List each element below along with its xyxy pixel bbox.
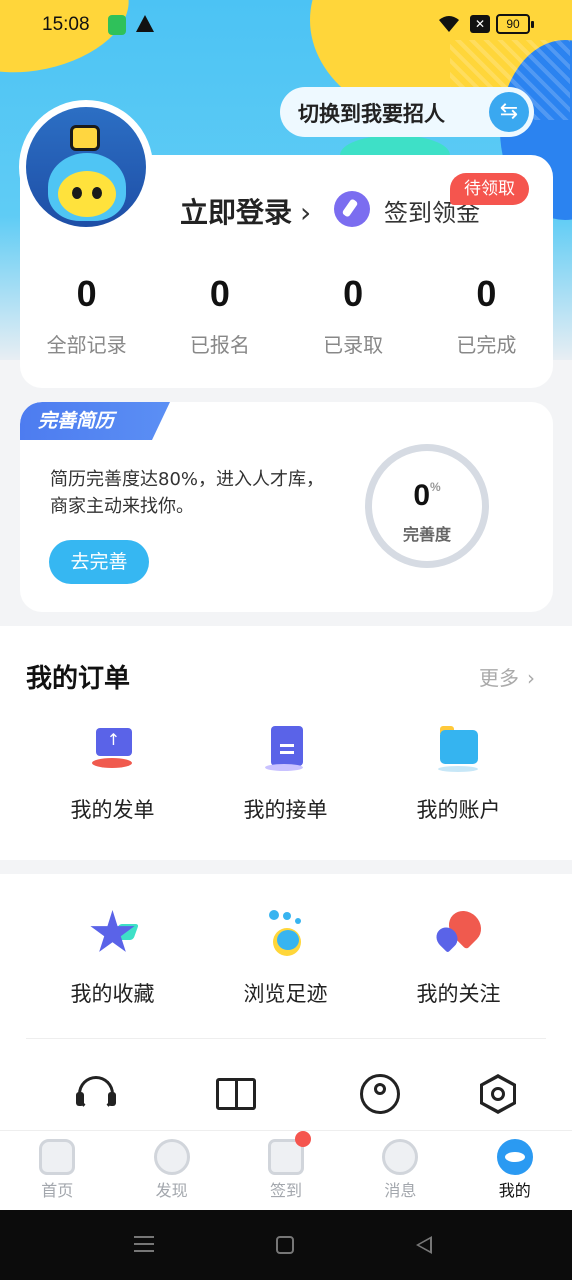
stat-label: 全部记录 [46, 333, 127, 357]
discover-icon [153, 1139, 190, 1175]
orders-title: 我的订单 [26, 664, 131, 694]
my-account[interactable]: 我的账户 [372, 726, 545, 824]
stat-label: 已完成 [456, 333, 517, 357]
tab-label: 首页 [41, 1181, 74, 1200]
switch-role-label: 切换到我要招人 [298, 102, 445, 126]
stat-label: 已录取 [323, 333, 384, 357]
stat-value: 0 [343, 273, 364, 314]
pending-badge[interactable]: 待领取 [450, 173, 529, 205]
tools-section: 我的收藏 浏览足迹 我的关注 [0, 874, 572, 1134]
mascot-badge [70, 125, 100, 151]
heart-follow-icon [431, 904, 488, 956]
settings-hex-icon[interactable] [478, 1074, 518, 1114]
grid-item-label: 我的收藏 [70, 982, 155, 1006]
tab-checkin[interactable]: 签到 [229, 1131, 343, 1210]
complete-resume-button[interactable]: 去完善 [49, 540, 149, 584]
resume-desc-line: 简历完善度达80%，进入人才库， [50, 469, 325, 490]
swap-arrows-icon: ⇆ [489, 92, 529, 132]
tab-label: 消息 [384, 1181, 417, 1200]
accept-order-icon [263, 726, 309, 772]
completion-value: 0 [413, 479, 430, 512]
grid-item-label: 我的发单 [70, 798, 155, 822]
stat-value: 0 [209, 273, 230, 314]
account-folder-icon [436, 726, 482, 772]
my-accepted-orders[interactable]: 我的接单 [199, 726, 372, 824]
grid-item-label: 我的账户 [416, 798, 501, 822]
tab-label: 签到 [269, 1181, 302, 1200]
app-notification-icon [108, 15, 126, 35]
wifi-icon [439, 16, 459, 32]
headset-icon[interactable] [76, 1074, 116, 1114]
star-favorite-icon [90, 910, 139, 956]
tab-discover[interactable]: 发现 [114, 1131, 228, 1210]
message-icon [382, 1139, 419, 1175]
grid-item-label: 我的接单 [243, 798, 328, 822]
orders-grid: 我的发单 我的接单 我的账户 [0, 726, 572, 824]
stats-row: 0 全部记录 0 已报名 0 已录取 0 已完成 [20, 273, 553, 358]
stat-applied[interactable]: 0 已报名 [153, 273, 286, 358]
browse-history[interactable]: 浏览足迹 [199, 910, 372, 1008]
my-follows[interactable]: 我的关注 [372, 904, 545, 1008]
mascot-face [58, 171, 116, 217]
system-navigation-bar [0, 1210, 572, 1280]
publish-order-icon [90, 726, 136, 772]
stat-hired[interactable]: 0 已录取 [287, 273, 420, 358]
home-icon [39, 1139, 76, 1175]
tools-grid: 我的收藏 浏览足迹 我的关注 [0, 904, 572, 1008]
mascot-eye [92, 187, 102, 199]
stat-value: 0 [476, 273, 497, 314]
tab-messages[interactable]: 消息 [343, 1131, 457, 1210]
bottom-tab-bar: 首页 发现 签到 消息 我的 [0, 1130, 572, 1210]
warning-icon [136, 15, 154, 32]
mascot-avatar-icon [26, 107, 146, 227]
mine-icon [496, 1139, 533, 1175]
resume-tag: 完善简历 [20, 402, 170, 440]
status-time: 15:08 [42, 14, 90, 35]
more-label: 更多 [479, 666, 519, 690]
tab-label: 发现 [155, 1181, 188, 1200]
resume-desc-line: 商家主动来找你。 [50, 496, 194, 517]
my-published-orders[interactable]: 我的发单 [26, 726, 199, 824]
back-icon[interactable] [416, 1236, 432, 1254]
user-circle-icon[interactable] [360, 1074, 400, 1114]
stat-completed[interactable]: 0 已完成 [420, 273, 553, 358]
orders-more-link[interactable]: 更多 › [479, 662, 535, 691]
resume-description: 简历完善度达80%，进入人才库， 商家主动来找你。 [50, 466, 360, 520]
orders-section: 我的订单 更多 › 我的发单 我的接单 我的账户 [0, 626, 572, 860]
status-bar: 15:08 ✕ 90 [0, 0, 572, 50]
tab-label: 我的 [498, 1181, 531, 1200]
battery-icon: 90 [496, 14, 534, 34]
chevron-right-icon: › [300, 196, 312, 229]
tab-mine[interactable]: 我的 [458, 1131, 572, 1210]
menu-icon[interactable] [134, 1236, 154, 1252]
login-label: 立即登录 [180, 196, 293, 229]
stat-value: 0 [76, 273, 97, 314]
book-icon[interactable] [216, 1074, 256, 1114]
grid-item-label: 浏览足迹 [243, 982, 328, 1006]
chevron-right-icon: › [527, 666, 535, 690]
my-favorites[interactable]: 我的收藏 [26, 910, 199, 1008]
notification-dot [294, 1131, 311, 1147]
checkin-pen-icon[interactable] [334, 191, 370, 227]
home-square-icon[interactable] [276, 1236, 294, 1254]
completion-label: 完善度 [402, 525, 451, 544]
avatar[interactable] [19, 100, 153, 234]
stat-label: 已报名 [189, 333, 250, 357]
completion-percent: 0% [372, 479, 482, 513]
stat-all-records[interactable]: 0 全部记录 [20, 273, 153, 358]
tab-home[interactable]: 首页 [0, 1131, 114, 1210]
resume-card: 完善简历 简历完善度达80%，进入人才库， 商家主动来找你。 去完善 0% 完善… [20, 402, 553, 612]
completion-ring: 0% 完善度 [365, 444, 489, 568]
mascot-eye [72, 187, 82, 199]
footprint-icon [263, 910, 309, 956]
percent-sign: % [430, 480, 441, 494]
switch-role-button[interactable]: 切换到我要招人 ⇆ [280, 87, 534, 137]
login-link[interactable]: 立即登录 › [180, 191, 311, 231]
divider [26, 1038, 546, 1039]
no-sim-icon: ✕ [470, 15, 490, 33]
grid-item-label: 我的关注 [416, 982, 501, 1006]
